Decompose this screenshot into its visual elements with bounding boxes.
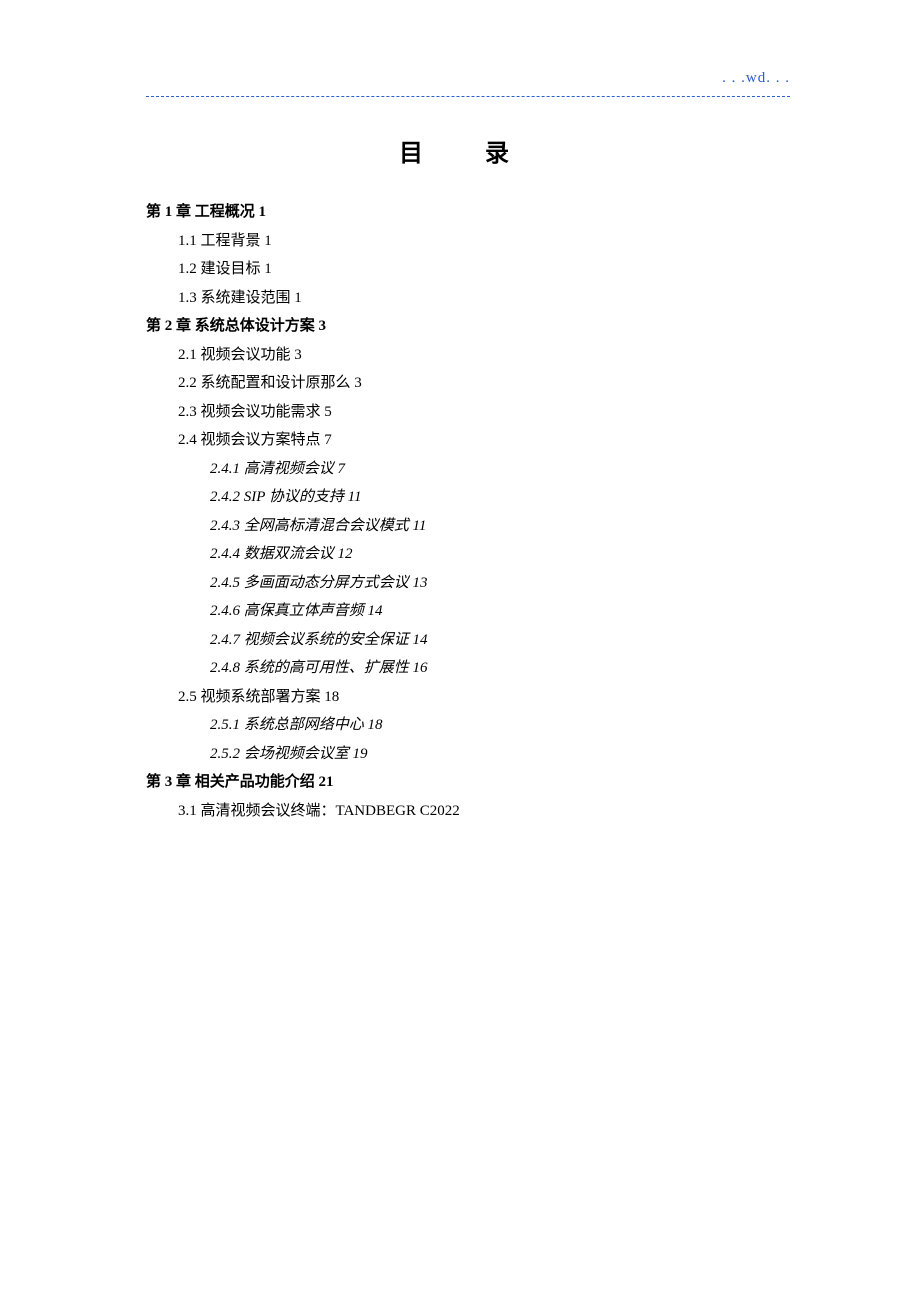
toc-entry: 2.4.3 全网高标清混合会议模式 11 (210, 512, 790, 541)
toc-title: 目 录 (146, 133, 790, 168)
toc-entry: 第 1 章 工程概况 1 (146, 198, 790, 227)
toc-entry: 2.4.7 视频会议系统的安全保证 14 (210, 626, 790, 655)
toc-entry: 2.3 视频会议功能需求 5 (178, 398, 790, 427)
toc-entry: 1.1 工程背景 1 (178, 227, 790, 256)
header-divider (146, 96, 790, 97)
toc-entry: 第 3 章 相关产品功能介绍 21 (146, 768, 790, 797)
toc-entry: 2.2 系统配置和设计原那么 3 (178, 369, 790, 398)
header-watermark: . . .wd. . . (722, 70, 790, 87)
toc-entry: 2.5.2 会场视频会议室 19 (210, 740, 790, 769)
toc-entry: 2.4.4 数据双流会议 12 (210, 540, 790, 569)
toc-entry: 2.4.6 高保真立体声音频 14 (210, 597, 790, 626)
toc-entry: 3.1 高清视频会议终端：TANDBEGR C2022 (178, 797, 790, 826)
toc-entry: 1.2 建设目标 1 (178, 255, 790, 284)
toc-entry: 2.4.1 高清视频会议 7 (210, 455, 790, 484)
toc-entry: 2.5 视频系统部署方案 18 (178, 683, 790, 712)
toc-entry: 2.4 视频会议方案特点 7 (178, 426, 790, 455)
toc-entry: 2.4.5 多画面动态分屏方式会议 13 (210, 569, 790, 598)
toc-entry: 1.3 系统建设范围 1 (178, 284, 790, 313)
toc-entry: 2.1 视频会议功能 3 (178, 341, 790, 370)
toc-entry: 第 2 章 系统总体设计方案 3 (146, 312, 790, 341)
table-of-contents: 第 1 章 工程概况 11.1 工程背景 11.2 建设目标 11.3 系统建设… (146, 198, 790, 825)
toc-entry: 2.4.2 SIP 协议的支持 11 (210, 483, 790, 512)
toc-entry: 2.4.8 系统的高可用性、扩展性 16 (210, 654, 790, 683)
toc-entry: 2.5.1 系统总部网络中心 18 (210, 711, 790, 740)
page-header: . . .wd. . . (146, 70, 790, 90)
document-page: . . .wd. . . 目 录 第 1 章 工程概况 11.1 工程背景 11… (0, 0, 920, 825)
